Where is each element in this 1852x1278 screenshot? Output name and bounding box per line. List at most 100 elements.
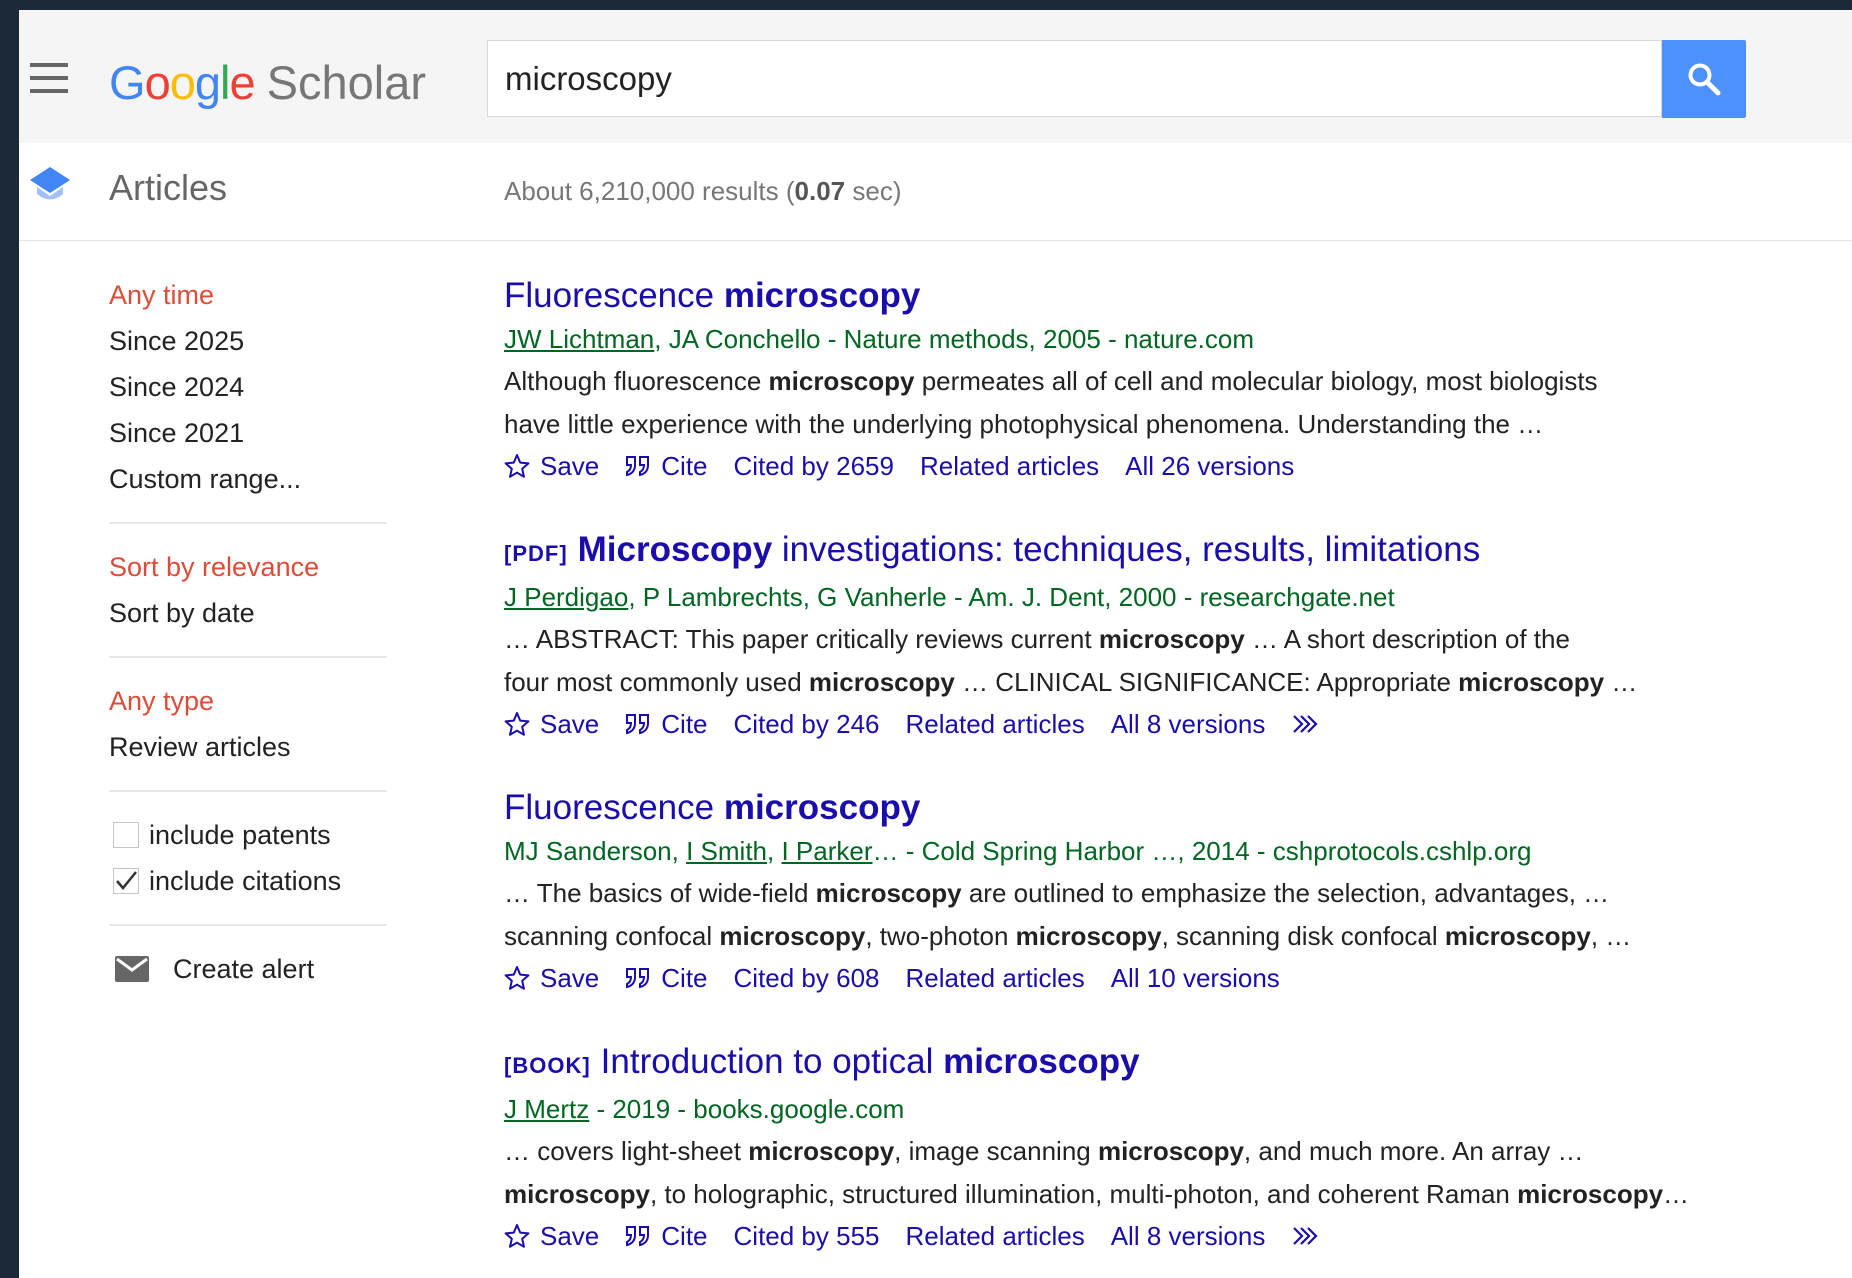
checkbox-row-1[interactable]: include citations — [109, 858, 409, 904]
cite-label: Cite — [661, 709, 708, 739]
hamburger-menu-icon[interactable] — [29, 63, 69, 93]
related-articles-link[interactable]: Related articles — [906, 1217, 1085, 1255]
result-snippet-line: … covers light-sheet microscopy, image s… — [504, 1132, 1804, 1171]
checkbox-row-0[interactable]: include patents — [109, 812, 409, 858]
checkbox-unchecked[interactable] — [113, 822, 139, 848]
result-title-link[interactable]: [PDF] Microscopy investigations: techniqu… — [504, 528, 1804, 576]
author-link[interactable]: JW Lichtman — [504, 324, 654, 354]
all-versions-link[interactable]: All 26 versions — [1125, 447, 1294, 485]
sort-group: Sort by relevance Sort by date — [109, 544, 409, 636]
save-button[interactable]: Save — [504, 447, 599, 485]
author-meta: … - Cold Spring Harbor …, 2014 - cshprot… — [872, 836, 1532, 866]
cited-by-link[interactable]: Cited by 608 — [734, 959, 880, 997]
snippet-segment: microscopy — [1458, 667, 1605, 697]
more-actions-button[interactable] — [1291, 1225, 1331, 1247]
snippet-segment: microscopy — [1097, 1136, 1244, 1166]
more-actions-button[interactable] — [1291, 713, 1331, 735]
cite-button[interactable]: Cite — [625, 447, 708, 485]
result-snippet-line: microscopy, to holographic, structured i… — [504, 1175, 1804, 1214]
stats-prefix: About 6,210,000 results ( — [504, 176, 795, 206]
save-button[interactable]: Save — [504, 705, 599, 743]
all-versions-link[interactable]: All 8 versions — [1111, 705, 1266, 743]
search-button[interactable] — [1662, 40, 1746, 118]
result-authors: J Perdigao, P Lambrechts, G Vanherle - A… — [504, 578, 1804, 616]
graduation-cap-icon[interactable] — [28, 163, 72, 209]
all-versions-link[interactable]: All 8 versions — [1111, 1217, 1266, 1255]
cite-button[interactable]: Cite — [625, 1217, 708, 1255]
result-title-link[interactable]: Fluorescence microscopy — [504, 274, 1804, 318]
section-label-articles[interactable]: Articles — [109, 167, 227, 209]
result-item: Fluorescence microscopy JW Lichtman, JA C… — [504, 274, 1804, 485]
cite-button[interactable]: Cite — [625, 705, 708, 743]
result-authors: JW Lichtman, JA Conchello - Nature metho… — [504, 320, 1804, 358]
type-filter-0[interactable]: Any type — [109, 678, 409, 724]
envelope-icon — [115, 956, 149, 982]
logo-letter: o — [169, 56, 196, 109]
author-link[interactable]: I Smith — [686, 836, 767, 866]
snippet-segment: are outlined to emphasize the selection,… — [961, 878, 1610, 908]
search-icon — [1688, 63, 1721, 96]
star-icon — [504, 712, 530, 736]
snippet-segment: , to holographic, structured illuminatio… — [649, 1179, 1518, 1209]
create-alert-button[interactable]: Create alert — [109, 946, 409, 992]
checkbox-checked[interactable] — [113, 868, 139, 894]
logo-letter: o — [144, 56, 171, 109]
result-actions: Save Cite Cited by 608 Related articles All … — [504, 959, 1804, 997]
cited-by-link[interactable]: Cited by 246 — [734, 705, 880, 743]
author-link[interactable]: J Mertz — [504, 1094, 589, 1124]
time-filter-2[interactable]: Since 2024 — [109, 364, 409, 410]
title-segment: Fluorescence — [504, 788, 724, 827]
snippet-segment: permeates all of cell and molecular biol… — [914, 366, 1598, 396]
result-snippet-line: Although fluorescence microscopy permeat… — [504, 362, 1804, 401]
snippet-segment: have little experience with the underlyi… — [504, 409, 1544, 439]
save-button[interactable]: Save — [504, 959, 599, 997]
type-filter-1[interactable]: Review articles — [109, 724, 409, 770]
more-chevrons-icon — [1293, 715, 1318, 733]
author-link[interactable]: I Parker — [781, 836, 872, 866]
snippet-segment: … — [1663, 1179, 1690, 1209]
cite-label: Cite — [661, 963, 708, 993]
result-actions: Save Cite Cited by 246 Related articles All … — [504, 705, 1804, 743]
create-alert-label: Create alert — [173, 954, 315, 984]
google-scholar-logo[interactable]: Google Scholar — [109, 54, 426, 112]
title-segment: microscopy — [723, 788, 921, 827]
time-filter-3[interactable]: Since 2021 — [109, 410, 409, 456]
divider — [109, 656, 387, 658]
quote-icon — [626, 968, 650, 989]
save-label: Save — [540, 709, 600, 739]
cite-button[interactable]: Cite — [625, 959, 708, 997]
result-snippet-line: … ABSTRACT: This paper critically review… — [504, 620, 1804, 659]
result-title-link[interactable]: Fluorescence microscopy — [504, 786, 1804, 830]
result-snippet-line: four most commonly used microscopy … CLI… — [504, 663, 1804, 702]
author-meta: , — [767, 836, 782, 866]
cited-by-link[interactable]: Cited by 2659 — [734, 447, 894, 485]
time-filter-group: Any time Since 2025 Since 2024 Since 2021 Cu… — [109, 272, 409, 502]
result-actions: Save Cite Cited by 2659 Related articles All… — [504, 447, 1804, 485]
sort-option-1[interactable]: Sort by date — [109, 590, 409, 636]
stats-suffix: sec) — [845, 176, 902, 206]
time-filter-1[interactable]: Since 2025 — [109, 318, 409, 364]
sort-option-0[interactable]: Sort by relevance — [109, 544, 409, 590]
snippet-segment: , … — [1590, 921, 1632, 951]
result-item: [BOOK] Introduction to optical microscopy… — [504, 1040, 1804, 1255]
time-filter-4[interactable]: Custom range... — [109, 456, 409, 502]
author-link[interactable]: J Perdigao — [504, 582, 628, 612]
cited-by-link[interactable]: Cited by 555 — [734, 1217, 880, 1255]
save-button[interactable]: Save — [504, 1217, 599, 1255]
search-input[interactable] — [488, 41, 1661, 116]
result-title-link[interactable]: [BOOK] Introduction to optical microscopy — [504, 1040, 1804, 1088]
snippet-segment: Although fluorescence — [504, 366, 769, 396]
related-articles-link[interactable]: Related articles — [906, 705, 1085, 743]
checkbox-label: include citations — [149, 866, 342, 896]
result-snippet-line: scanning confocal microscopy, two-photon… — [504, 917, 1804, 956]
related-articles-link[interactable]: Related articles — [906, 959, 1085, 997]
logo-letter: g — [194, 56, 221, 109]
snippet-segment: four most commonly used — [504, 667, 809, 697]
all-versions-link[interactable]: All 10 versions — [1111, 959, 1280, 997]
title-segment: Introduction to optical — [600, 1042, 944, 1081]
quote-icon — [626, 1226, 650, 1247]
snippet-segment: microscopy — [768, 366, 915, 396]
related-articles-link[interactable]: Related articles — [920, 447, 1099, 485]
author-meta: MJ Sanderson, — [504, 836, 687, 866]
time-filter-0[interactable]: Any time — [109, 272, 409, 318]
